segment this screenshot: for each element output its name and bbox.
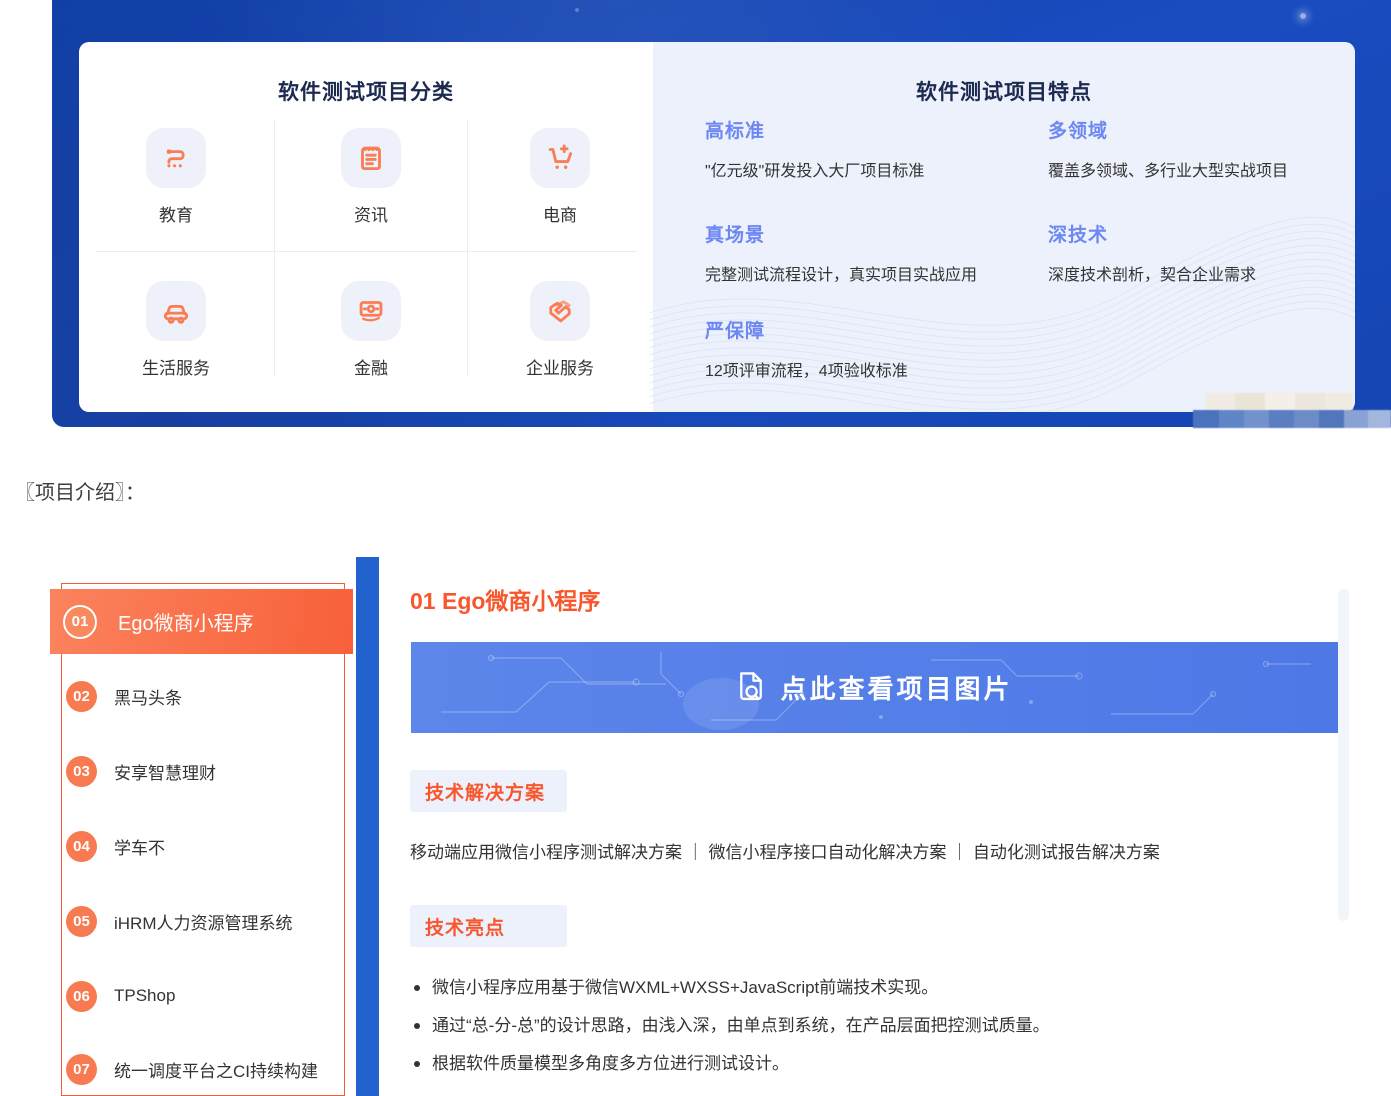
page: 软件测试项目分类 教育 资讯	[0, 0, 1391, 1096]
feature-deep-tech: 深技术 深度技术剖析，契合企业需求	[1048, 220, 1355, 285]
highlight-text: 微信小程序应用基于微信WXML+WXSS+JavaScript前端技术实现。	[432, 977, 938, 999]
view-project-images-banner[interactable]: 点此查看项目图片	[411, 642, 1338, 733]
highlight-text: 通过“总-分-总”的设计思路，由浅入深，由单点到系统，在产品层面把控测试质量。	[432, 1015, 1050, 1037]
grid-divider	[467, 119, 468, 376]
category-label: 教育	[101, 201, 251, 226]
sidebar-item-label: TPShop	[114, 986, 175, 1006]
feature-desc: 覆盖多领域、多行业大型实战项目	[1048, 157, 1355, 181]
category-label: 企业服务	[485, 354, 635, 379]
sidebar-item-label: 黑马头条	[114, 684, 182, 709]
number-badge: 02	[66, 681, 97, 712]
feature-desc: 深度技术剖析，契合企业需求	[1048, 261, 1355, 285]
category-tile-education: 教育	[101, 128, 251, 226]
route-icon	[146, 128, 206, 188]
feature-desc: "亿元级"研发投入大厂项目标准	[705, 157, 1035, 181]
section-label-highlights: 技术亮点	[410, 905, 567, 947]
feature-multi-domain: 多领域 覆盖多领域、多行业大型实战项目	[1048, 116, 1355, 181]
number-badge: 05	[66, 906, 97, 937]
banner-text: 点此查看项目图片	[780, 669, 1012, 706]
number-badge: 03	[66, 756, 97, 787]
feature-strict-guarantee: 严保障 12项评审流程，4项验收标准	[705, 316, 1035, 381]
sidebar-item-label: iHRM人力资源管理系统	[114, 909, 293, 934]
feature-heading: 严保障	[705, 316, 1035, 343]
watermark-mosaic	[1193, 410, 1391, 428]
classification-card-title: 软件测试项目分类	[79, 76, 653, 106]
grid-divider	[95, 251, 637, 252]
hero-banner: 软件测试项目分类 教育 资讯	[52, 0, 1391, 427]
sidebar-item-05[interactable]: 05 iHRM人力资源管理系统	[66, 905, 293, 937]
sidebar-item-label: Ego微商小程序	[118, 607, 254, 636]
highlight-text: 根据软件质量模型多角度多方位进行测试设计。	[432, 1053, 789, 1075]
category-tile-enterprise: 企业服务	[485, 281, 635, 379]
category-label: 资讯	[296, 201, 446, 226]
feature-real-scenario: 真场景 完整测试流程设计，真实项目实战应用	[705, 220, 1035, 285]
highlight-item: 通过“总-分-总”的设计思路，由浅入深，由单点到系统，在产品层面把控测试质量。	[414, 1015, 1344, 1037]
decor-star	[1300, 13, 1306, 19]
bullet-dot	[414, 1023, 420, 1029]
sidebar-item-label: 统一调度平台之CI持续构建	[114, 1057, 318, 1082]
category-tile-life-services: 生活服务	[101, 281, 251, 379]
sidebar-item-04[interactable]: 04 学车不	[66, 830, 165, 862]
watermark-mosaic	[1205, 393, 1353, 410]
section-label-solutions: 技术解决方案	[410, 770, 567, 812]
project-title: 01 Ego微商小程序	[410, 582, 600, 616]
feature-desc: 12项评审流程，4项验收标准	[705, 357, 1035, 381]
doc-search-icon	[736, 671, 766, 705]
category-tile-finance: 金融	[296, 281, 446, 379]
category-label: 金融	[296, 354, 446, 379]
category-tile-ecommerce: 电商	[485, 128, 635, 226]
highlight-item: 根据软件质量模型多角度多方位进行测试设计。	[414, 1053, 1344, 1075]
sidebar-item-06[interactable]: 06 TPShop	[66, 980, 175, 1012]
sidebar-divider-bar	[356, 557, 379, 1096]
solutions-text: 移动端应用微信小程序测试解决方案 ｜ 微信小程序接口自动化解决方案 ｜ 自动化测…	[410, 838, 1330, 863]
sidebar-item-07[interactable]: 07 统一调度平台之CI持续构建	[66, 1053, 318, 1085]
feature-heading: 高标准	[705, 116, 1035, 143]
category-label: 生活服务	[101, 354, 251, 379]
car-icon	[146, 281, 206, 341]
sidebar-item-02[interactable]: 02 黑马头条	[66, 680, 182, 712]
sidebar-item-01-active[interactable]: 01 Ego微商小程序	[50, 589, 353, 654]
number-badge: 07	[66, 1054, 97, 1085]
news-icon	[341, 128, 401, 188]
features-card-title: 软件测试项目特点	[653, 76, 1355, 106]
feature-heading: 深技术	[1048, 220, 1355, 247]
bullet-dot	[414, 1061, 420, 1067]
handshake-icon	[530, 281, 590, 341]
number-badge: 04	[66, 831, 97, 862]
feature-heading: 真场景	[705, 220, 1035, 247]
sidebar-item-label: 学车不	[114, 834, 165, 859]
highlights-list: 微信小程序应用基于微信WXML+WXSS+JavaScript前端技术实现。 通…	[414, 977, 1344, 1091]
feature-high-standard: 高标准 "亿元级"研发投入大厂项目标准	[705, 116, 1035, 181]
feature-heading: 多领域	[1048, 116, 1355, 143]
content-scrollbar[interactable]	[1338, 589, 1349, 921]
sidebar-item-label: 安享智慧理财	[114, 759, 216, 784]
section-intro-label: 〖项目介绍〗：	[15, 476, 145, 505]
highlight-item: 微信小程序应用基于微信WXML+WXSS+JavaScript前端技术实现。	[414, 977, 1344, 999]
decor-dot	[575, 8, 579, 12]
classification-card: 软件测试项目分类 教育 资讯	[79, 42, 653, 412]
bullet-dot	[414, 985, 420, 991]
sidebar-item-03[interactable]: 03 安享智慧理财	[66, 755, 216, 787]
grid-divider	[274, 119, 275, 376]
feature-desc: 完整测试流程设计，真实项目实战应用	[705, 261, 1035, 285]
category-label: 电商	[485, 201, 635, 226]
number-badge: 01	[63, 605, 97, 639]
cart-icon	[530, 128, 590, 188]
money-icon	[341, 281, 401, 341]
features-card: 软件测试项目特点 高标准 "亿元级"研发投入大厂项目标准 多领域 覆盖多领域、多…	[653, 42, 1355, 412]
hero-cards: 软件测试项目分类 教育 资讯	[79, 42, 1355, 412]
category-tile-news: 资讯	[296, 128, 446, 226]
number-badge: 06	[66, 981, 97, 1012]
